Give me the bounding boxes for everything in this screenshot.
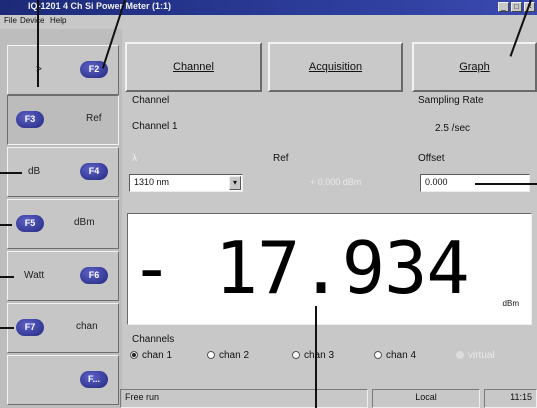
- sampling-rate-label: Sampling Rate: [418, 95, 484, 106]
- radio-chan-3[interactable]: chan 3: [292, 350, 334, 361]
- window-title: IQ-1201 4 Ch Si Power Meter (1:1): [28, 1, 172, 11]
- f7-button[interactable]: F7 chan: [7, 303, 119, 353]
- wavelength-label: λ: [132, 153, 137, 164]
- tab-graph[interactable]: Graph: [412, 42, 537, 92]
- menu-bar: File Device Help: [0, 15, 537, 30]
- f3-key-icon: F3: [16, 111, 44, 128]
- status-clock: 11:15: [484, 389, 537, 408]
- f6-button[interactable]: Watt F6: [7, 251, 119, 301]
- f6-label: Watt: [24, 270, 45, 281]
- f7-label: chan: [76, 321, 98, 332]
- radio-chan-2[interactable]: chan 2: [207, 350, 249, 361]
- maximize-button[interactable]: □: [511, 2, 522, 12]
- callout-line-db: [0, 172, 22, 174]
- radio-icon: [292, 351, 300, 360]
- radio-chan-4[interactable]: chan 4: [374, 350, 416, 361]
- f-more-key-icon: F...: [80, 371, 108, 388]
- power-value: - 17.934: [130, 226, 470, 310]
- power-unit: dBm: [502, 299, 519, 308]
- radio-icon: [374, 351, 382, 360]
- power-readout: - 17.934 dBm: [127, 213, 532, 325]
- minimize-button[interactable]: _: [498, 2, 509, 12]
- f3-label: Ref: [86, 113, 102, 124]
- channel-value: Channel 1: [132, 121, 178, 132]
- sampling-rate-value: 2.5 /sec: [435, 123, 471, 134]
- menu-file[interactable]: File: [4, 16, 17, 25]
- radio-selected-icon: [130, 351, 138, 360]
- function-key-panel: > F2 F3 Ref dB F4 F5 dBm Watt F6 F7 chan…: [0, 29, 122, 408]
- radio-chan-1[interactable]: chan 1: [130, 350, 172, 361]
- f3-button[interactable]: F3 Ref: [7, 95, 119, 145]
- menu-device[interactable]: Device: [20, 16, 44, 25]
- chevron-down-icon[interactable]: ▾: [229, 176, 241, 190]
- offset-label: Offset: [418, 153, 445, 164]
- callout-line-watt: [0, 276, 14, 278]
- callout-line-readout: [315, 306, 317, 408]
- f4-label: dB: [28, 166, 41, 177]
- f5-key-icon: F5: [16, 215, 44, 232]
- title-bar: IQ-1201 4 Ch Si Power Meter (1:1) _ □ ×: [0, 0, 537, 15]
- f6-key-icon: F6: [80, 267, 108, 284]
- channels-label: Channels: [132, 334, 175, 345]
- callout-line-offset: [475, 183, 537, 185]
- callout-line-f3: [37, 0, 39, 87]
- status-run-mode: Free run: [120, 389, 368, 408]
- tab-channel[interactable]: Channel: [125, 42, 262, 92]
- ref-value: + 0.000 dBm: [310, 177, 362, 187]
- ref-label: Ref: [273, 153, 289, 164]
- radio-icon: [207, 351, 215, 360]
- f2-button[interactable]: > F2: [7, 45, 119, 95]
- f4-key-icon: F4: [80, 163, 108, 180]
- callout-line-f7: [0, 327, 14, 329]
- f5-label: dBm: [74, 217, 95, 228]
- menu-help[interactable]: Help: [50, 16, 66, 25]
- wavelength-select[interactable]: 1310 nm ▾: [129, 174, 243, 192]
- f7-key-icon: F7: [16, 319, 44, 336]
- main-panel: Channel Acquisition Graph Channel Channe…: [120, 29, 537, 408]
- status-control: Local: [372, 389, 480, 408]
- radio-virtual: virtual: [456, 350, 495, 361]
- f-more-button[interactable]: F...: [7, 355, 119, 405]
- channel-label: Channel: [132, 95, 170, 106]
- callout-line-f5: [0, 224, 12, 226]
- radio-icon: [456, 351, 464, 360]
- tab-acquisition[interactable]: Acquisition: [268, 42, 403, 92]
- f5-button[interactable]: F5 dBm: [7, 199, 119, 249]
- f4-button[interactable]: dB F4: [7, 147, 119, 197]
